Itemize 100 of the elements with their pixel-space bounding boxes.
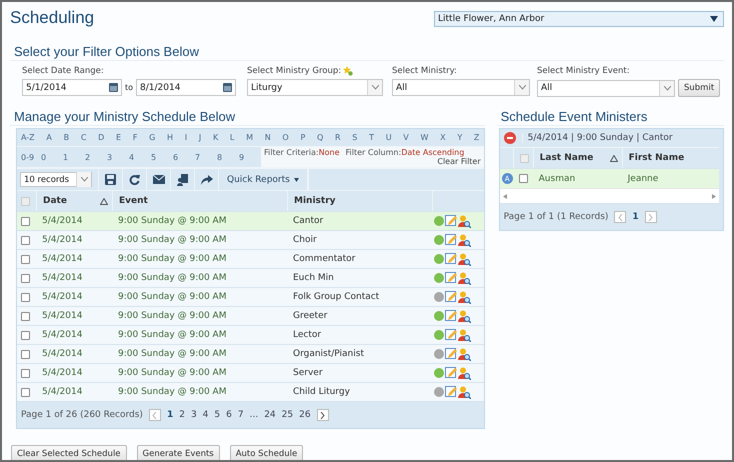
column-header[interactable]: Event <box>119 196 148 206</box>
page-link[interactable]: 6 <box>226 410 232 420</box>
select-all-checkbox[interactable] <box>21 196 30 206</box>
person-search-icon[interactable] <box>458 328 471 342</box>
letter-filter-link[interactable]: J <box>198 133 202 142</box>
letter-filter-link[interactable]: C <box>80 133 86 142</box>
digit-filter-link[interactable]: 0 <box>41 152 63 162</box>
letter-filter-link[interactable]: X <box>440 133 446 142</box>
email-icon[interactable] <box>152 175 164 184</box>
page-link[interactable]: 5 <box>214 410 220 420</box>
export-icon[interactable] <box>177 174 188 186</box>
person-search-icon[interactable] <box>458 366 471 380</box>
letter-filter-link[interactable]: N <box>264 133 271 142</box>
digit-filter-link[interactable]: 5 <box>151 152 173 162</box>
page-link[interactable]: 7 <box>238 410 244 420</box>
refresh-icon[interactable] <box>129 174 140 185</box>
digit-filter-link[interactable]: 6 <box>173 152 195 162</box>
edit-note-icon[interactable] <box>445 329 457 341</box>
digit-filter-link[interactable]: 3 <box>107 152 129 162</box>
ministry-group-dropdown[interactable]: Liturgy <box>247 79 383 96</box>
letter-filter-link[interactable]: E <box>116 133 122 142</box>
letter-filter-link[interactable]: Q <box>316 133 324 142</box>
letter-filter-link[interactable]: I <box>184 133 188 142</box>
row-checkbox[interactable] <box>21 388 30 396</box>
edit-note-icon[interactable] <box>445 386 457 398</box>
person-search-icon[interactable] <box>458 214 471 228</box>
letter-filter-link[interactable]: D <box>98 133 104 142</box>
row-checkbox[interactable] <box>518 174 528 183</box>
digit-filter-link[interactable]: 2 <box>85 152 107 162</box>
calendar-icon[interactable] <box>223 83 232 92</box>
previous-page-button[interactable] <box>148 409 161 421</box>
row-checkbox[interactable] <box>21 368 30 378</box>
quick-reports-menu[interactable]: Quick Reports <box>218 169 308 190</box>
schedule-row[interactable]: 5/4/2014 9:00 Sunday @ 9:00 AM Choir <box>17 230 484 249</box>
date-field[interactable]: 8/1/2014 <box>136 79 236 96</box>
person-search-icon[interactable] <box>458 234 471 246</box>
edit-note-icon[interactable] <box>445 272 457 284</box>
row-checkbox[interactable] <box>21 236 30 244</box>
row-checkbox[interactable] <box>21 254 30 264</box>
page-link[interactable]: 3 <box>190 410 197 420</box>
column-header[interactable]: Date <box>43 196 67 206</box>
row-checkbox[interactable] <box>21 292 30 302</box>
letter-filter-link[interactable]: Z <box>474 133 480 142</box>
edit-note-icon[interactable] <box>445 367 457 379</box>
save-icon[interactable] <box>105 174 116 185</box>
schedule-row[interactable]: 5/4/2014 9:00 Sunday @ 9:00 AM Organist/Pianist <box>17 344 484 363</box>
row-checkbox[interactable] <box>21 312 30 320</box>
person-search-icon[interactable] <box>458 252 471 266</box>
person-search-icon[interactable] <box>458 310 471 322</box>
digit-filter-link[interactable]: 8 <box>217 152 239 162</box>
person-search-icon[interactable] <box>458 348 471 360</box>
letter-filter-link[interactable]: M <box>246 133 253 142</box>
edit-note-icon[interactable] <box>445 215 457 227</box>
person-search-icon[interactable] <box>458 290 471 304</box>
select-all-checkbox[interactable] <box>520 154 529 162</box>
row-checkbox[interactable] <box>21 274 30 282</box>
action-button[interactable]: Auto Schedule <box>230 445 304 460</box>
previous-page-button[interactable] <box>614 211 626 223</box>
parish-dropdown[interactable]: Little Flower, Ann Arbor <box>434 11 724 27</box>
column-header[interactable]: Ministry <box>294 196 336 206</box>
letter-filter-link[interactable]: K <box>212 133 218 142</box>
page-link[interactable]: 24 <box>264 410 276 420</box>
edit-note-icon[interactable] <box>445 310 457 322</box>
digit-filter-link[interactable]: 9 <box>239 152 261 162</box>
share-arrow-icon[interactable] <box>200 174 212 184</box>
schedule-row[interactable]: 5/4/2014 9:00 Sunday @ 9:00 AM Euch Min <box>17 268 484 287</box>
digit-filter-link[interactable]: 7 <box>195 152 217 162</box>
schedule-row[interactable]: 5/4/2014 9:00 Sunday @ 9:00 AM Child Liturgy <box>17 382 484 401</box>
row-checkbox[interactable] <box>21 350 30 358</box>
letter-filter-link[interactable]: P <box>300 133 306 142</box>
page-link[interactable]: ... <box>250 410 258 420</box>
schedule-row[interactable]: 5/4/2014 9:00 Sunday @ 9:00 AM Commentator <box>17 249 484 268</box>
letter-filter-link[interactable]: V <box>403 133 409 142</box>
letter-filter-link[interactable]: W <box>420 133 428 142</box>
remove-icon[interactable] <box>504 132 516 144</box>
ministry-event-dropdown[interactable]: All <box>537 80 675 96</box>
digit-filter-link[interactable]: 1 <box>63 152 85 162</box>
schedule-row[interactable]: 5/4/2014 9:00 Sunday @ 9:00 AM Lector <box>17 325 484 344</box>
edit-note-icon[interactable] <box>445 348 457 360</box>
schedule-row[interactable]: 5/4/2014 9:00 Sunday @ 9:00 AM Cantor <box>17 211 484 230</box>
scroll-left-icon[interactable] <box>502 194 507 198</box>
date-field[interactable]: 5/1/2014 <box>22 79 122 96</box>
page-link[interactable]: 1 <box>632 212 639 222</box>
ministry-dropdown[interactable]: All <box>392 79 530 96</box>
letter-filter-link[interactable]: R <box>335 133 341 142</box>
digit-filter-link[interactable]: 0-9 <box>21 152 41 162</box>
schedule-row[interactable]: 5/4/2014 9:00 Sunday @ 9:00 AM Server <box>17 363 484 382</box>
row-checkbox[interactable] <box>21 216 30 226</box>
row-checkbox[interactable] <box>21 330 30 340</box>
schedule-row[interactable]: 5/4/2014 9:00 Sunday @ 9:00 AM Greeter <box>17 306 484 325</box>
column-header[interactable]: First Name <box>628 153 684 163</box>
submit-button[interactable]: Submit <box>678 79 720 97</box>
letter-filter-link[interactable]: L <box>230 133 234 142</box>
digit-filter-link[interactable]: 4 <box>129 152 151 162</box>
action-button[interactable]: Clear Selected Schedule <box>11 445 127 460</box>
person-search-icon[interactable] <box>458 272 471 284</box>
page-size-dropdown[interactable]: 10 records <box>20 172 92 187</box>
letter-filter-link[interactable]: B <box>64 133 70 142</box>
edit-note-icon[interactable] <box>445 234 457 246</box>
page-link[interactable]: 2 <box>179 410 185 420</box>
